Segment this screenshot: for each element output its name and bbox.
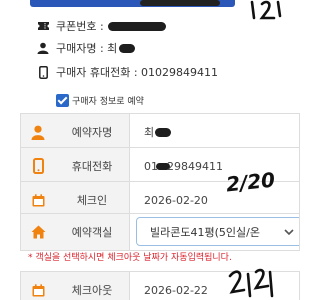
handwritten-checkin-note: 2/20	[224, 167, 277, 197]
reserver-name-row: 예약자명 최	[20, 113, 300, 151]
room-row: 예약객실 빌라콘도41평(5인실/온	[20, 213, 300, 251]
home-icon	[21, 214, 55, 250]
room-select[interactable]: 빌라콘도41평(5인실/온	[136, 217, 299, 246]
room-select-value: 빌라콘도41평(5인실/온	[150, 225, 260, 239]
user-icon	[36, 42, 50, 54]
use-buyer-info-checkbox[interactable]	[56, 93, 69, 107]
user-icon	[21, 114, 55, 150]
mobile-phone-icon	[21, 148, 55, 184]
reserver-name-redacted	[155, 127, 172, 137]
coupon-number-label: 쿠폰번호 :	[56, 20, 104, 33]
use-buyer-info-checkbox-row[interactable]: 구매자 정보로 예약	[56, 92, 144, 108]
checkout-value: 2026-02-22	[144, 283, 208, 297]
redaction-mark	[140, 0, 220, 6]
handwriting-mark	[250, 0, 282, 20]
coupon-number-redacted	[107, 21, 166, 31]
room-label: 예약객실	[71, 226, 113, 239]
coupon-number-row: 쿠폰번호 :	[36, 16, 166, 36]
phone-value-suffix: 29849411	[167, 159, 223, 173]
calendar-icon	[21, 272, 55, 300]
reserver-name-value: 최	[144, 126, 155, 139]
buyer-name-row: 구매자명 : 최	[36, 38, 136, 58]
reserver-name-label: 예약자명	[71, 126, 113, 139]
mobile-phone-icon	[36, 65, 50, 79]
use-buyer-info-label: 구매자 정보로 예약	[72, 96, 144, 107]
room-select-cell: 빌라콘도41평(5인실/온	[129, 214, 299, 250]
handwriting-mark	[228, 268, 274, 298]
checkin-value: 2026-02-20	[144, 193, 208, 207]
buyer-name-redacted	[119, 43, 136, 53]
chevron-down-icon	[284, 229, 294, 236]
phone-label: 휴대전화	[71, 160, 113, 173]
ticket-icon	[36, 20, 50, 32]
room-notice: * 객실을 선택하시면 체크아웃 날짜가 자동입력됩니다.	[28, 253, 232, 263]
buyer-name-label: 구매자명 : 최	[56, 42, 118, 55]
buyer-phone-label: 구매자 휴대전화 : 01029849411	[56, 66, 219, 79]
checkout-label: 체크아웃	[71, 284, 113, 297]
buyer-phone-row: 구매자 휴대전화 : 01029849411	[36, 62, 218, 82]
reserver-name-input[interactable]: 최	[129, 114, 299, 150]
